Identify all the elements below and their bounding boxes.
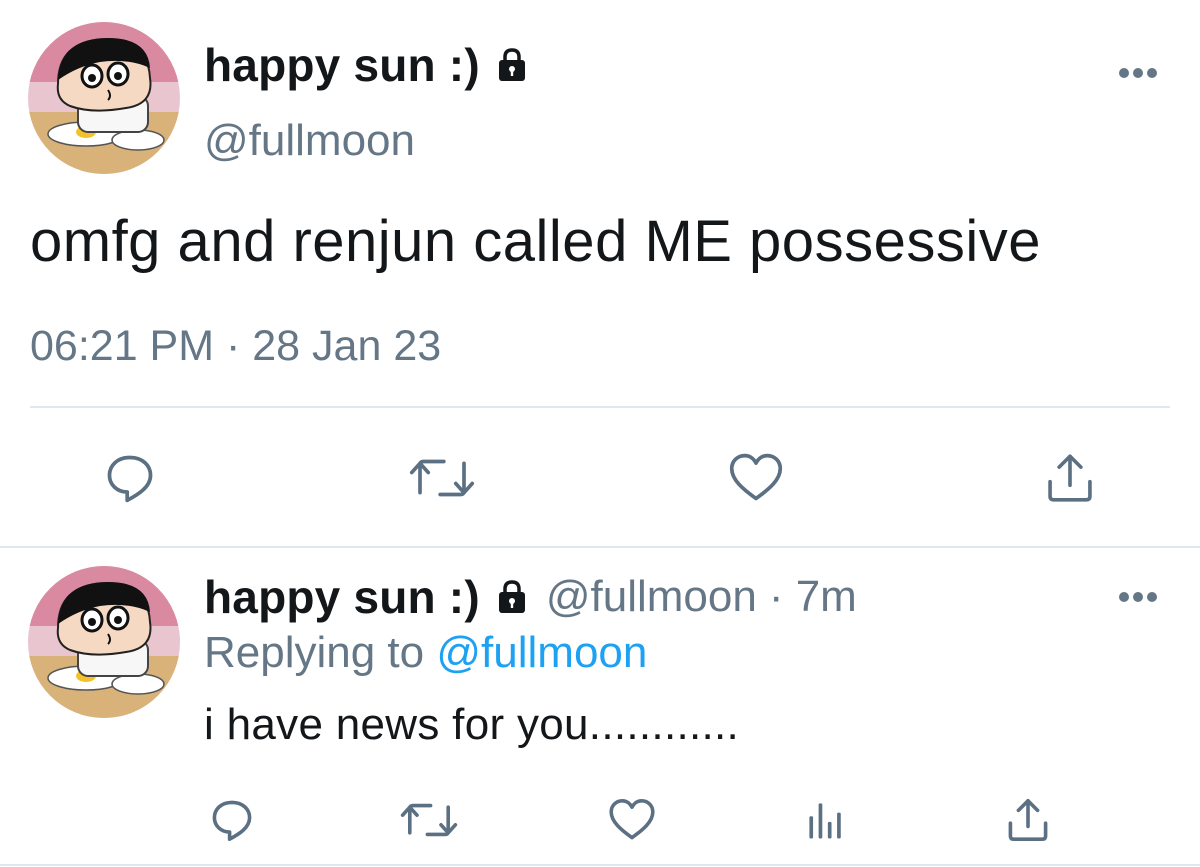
like-button[interactable] bbox=[604, 794, 660, 846]
more-icon[interactable] bbox=[1118, 590, 1158, 604]
retweet-button[interactable] bbox=[406, 448, 478, 508]
like-icon bbox=[729, 453, 783, 501]
divider bbox=[0, 864, 1200, 866]
avatar-image bbox=[28, 22, 180, 174]
handle-row: @fullmoon bbox=[204, 116, 415, 166]
tweet-text: i have news for you............ bbox=[204, 700, 740, 749]
replying-to-line: Replying to @fullmoon bbox=[204, 628, 647, 678]
handle[interactable]: @fullmoon bbox=[204, 116, 415, 166]
avatar-image bbox=[28, 566, 180, 718]
like-icon bbox=[609, 799, 655, 840]
retweet-icon bbox=[400, 803, 458, 837]
retweet-icon bbox=[409, 459, 475, 497]
share-button[interactable] bbox=[1038, 448, 1102, 508]
more-icon[interactable] bbox=[1118, 66, 1158, 80]
avatar[interactable] bbox=[28, 22, 180, 174]
reply-button[interactable] bbox=[206, 794, 258, 846]
like-button[interactable] bbox=[724, 448, 788, 508]
analytics-icon bbox=[809, 803, 841, 839]
share-button[interactable] bbox=[1000, 794, 1056, 846]
retweet-button[interactable] bbox=[398, 794, 460, 846]
reply-icon bbox=[212, 800, 252, 841]
share-icon bbox=[1008, 799, 1048, 841]
handle[interactable]: @fullmoon bbox=[546, 572, 757, 622]
lock-icon bbox=[492, 577, 532, 617]
avatar[interactable] bbox=[28, 566, 180, 718]
mention-link[interactable]: @fullmoon bbox=[436, 628, 647, 677]
timestamp[interactable]: 06:21 PM · 28 Jan 23 bbox=[30, 322, 441, 371]
analytics-button[interactable] bbox=[800, 794, 852, 846]
share-icon bbox=[1048, 454, 1092, 502]
reply-icon bbox=[107, 455, 153, 503]
display-name[interactable]: happy sun :) bbox=[204, 38, 480, 92]
divider bbox=[0, 546, 1200, 548]
replying-prefix: Replying to bbox=[204, 628, 425, 677]
display-name[interactable]: happy sun :) bbox=[204, 570, 480, 624]
lock-icon bbox=[492, 45, 532, 85]
reply-button[interactable] bbox=[100, 448, 160, 508]
time-ago[interactable]: · 7m bbox=[769, 572, 857, 622]
author-row: happy sun :) @fullmoon · 7m bbox=[204, 570, 857, 624]
tweet-text: omfg and renjun called ME possessive bbox=[30, 209, 1041, 274]
divider bbox=[30, 406, 1170, 408]
author-row: happy sun :) bbox=[204, 38, 532, 92]
